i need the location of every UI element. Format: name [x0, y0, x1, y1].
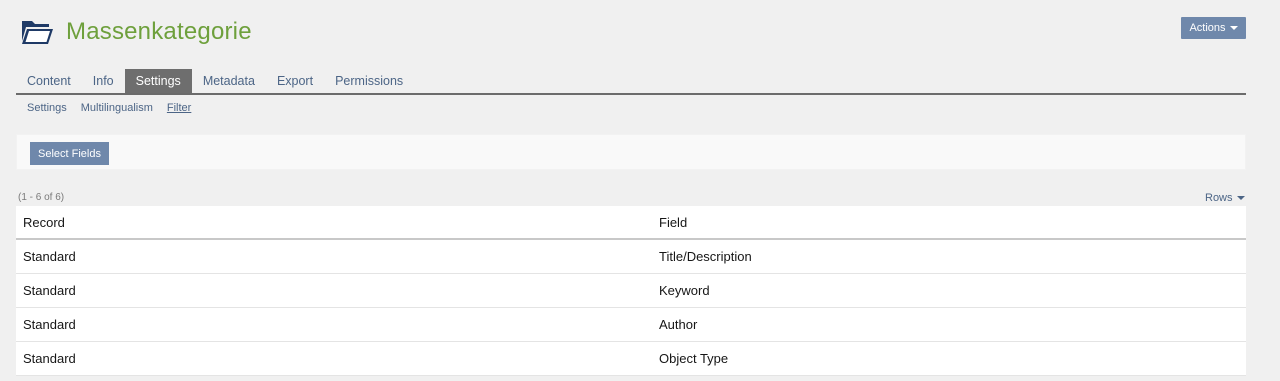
- select-fields-button[interactable]: Select Fields: [30, 142, 109, 165]
- tab-permissions[interactable]: Permissions: [324, 69, 414, 93]
- tab-settings[interactable]: Settings: [124, 69, 192, 93]
- toolbar: Select Fields: [16, 134, 1246, 170]
- table-row: Standard Object Type: [16, 342, 1246, 376]
- table-cell-field: Author: [659, 317, 698, 332]
- table-row: Standard Title/Description: [16, 240, 1246, 274]
- page-header: Massenkategorie: [21, 14, 252, 50]
- actions-label: Actions: [1189, 22, 1226, 34]
- table-header-row: Record Field: [16, 206, 1246, 240]
- folder-open-icon: [22, 21, 53, 44]
- tab-bar: Content Info Settings Metadata Export Pe…: [16, 69, 1246, 95]
- filter-table: Record Field Standard Title/Description …: [16, 206, 1246, 376]
- caret-down-icon: [1229, 26, 1238, 30]
- rows-dropdown[interactable]: Rows: [1205, 192, 1245, 204]
- tab-label: Info: [92, 74, 114, 88]
- table-cell-field: Object Type: [659, 351, 729, 366]
- column-header-field[interactable]: Field: [652, 215, 1246, 230]
- table-cell-record: Standard: [23, 249, 76, 264]
- tab-content[interactable]: Content: [16, 69, 82, 93]
- table-row: Standard Keyword: [16, 274, 1246, 308]
- page-title: Massenkategorie: [66, 18, 252, 45]
- tab-export[interactable]: Export: [266, 69, 324, 93]
- subtab-bar: Settings Multilingualism Filter: [27, 102, 191, 114]
- range-info: (1 - 6 of 6): [18, 192, 65, 203]
- subtab-filter[interactable]: Filter: [167, 102, 191, 114]
- tab-info[interactable]: Info: [82, 69, 125, 93]
- rows-label: Rows: [1205, 192, 1233, 204]
- tab-label: Content: [27, 74, 71, 88]
- table-cell-field: Title/Description: [659, 249, 752, 264]
- actions-button[interactable]: Actions: [1181, 17, 1246, 39]
- tab-label: Export: [276, 74, 314, 88]
- table-cell-record: Standard: [23, 317, 76, 332]
- tab-label: Settings: [135, 74, 181, 88]
- subtab-multilingualism[interactable]: Multilingualism: [81, 102, 153, 114]
- column-header-record[interactable]: Record: [16, 215, 652, 230]
- table-cell-record: Standard: [23, 351, 76, 366]
- caret-down-icon: [1236, 196, 1245, 200]
- table-cell-field: Keyword: [659, 283, 710, 298]
- tab-label: Permissions: [335, 74, 404, 88]
- subtab-settings[interactable]: Settings: [27, 102, 67, 114]
- tab-metadata[interactable]: Metadata: [192, 69, 266, 93]
- table-cell-record: Standard: [23, 283, 76, 298]
- table-row: Standard Author: [16, 308, 1246, 342]
- tab-label: Metadata: [202, 74, 255, 88]
